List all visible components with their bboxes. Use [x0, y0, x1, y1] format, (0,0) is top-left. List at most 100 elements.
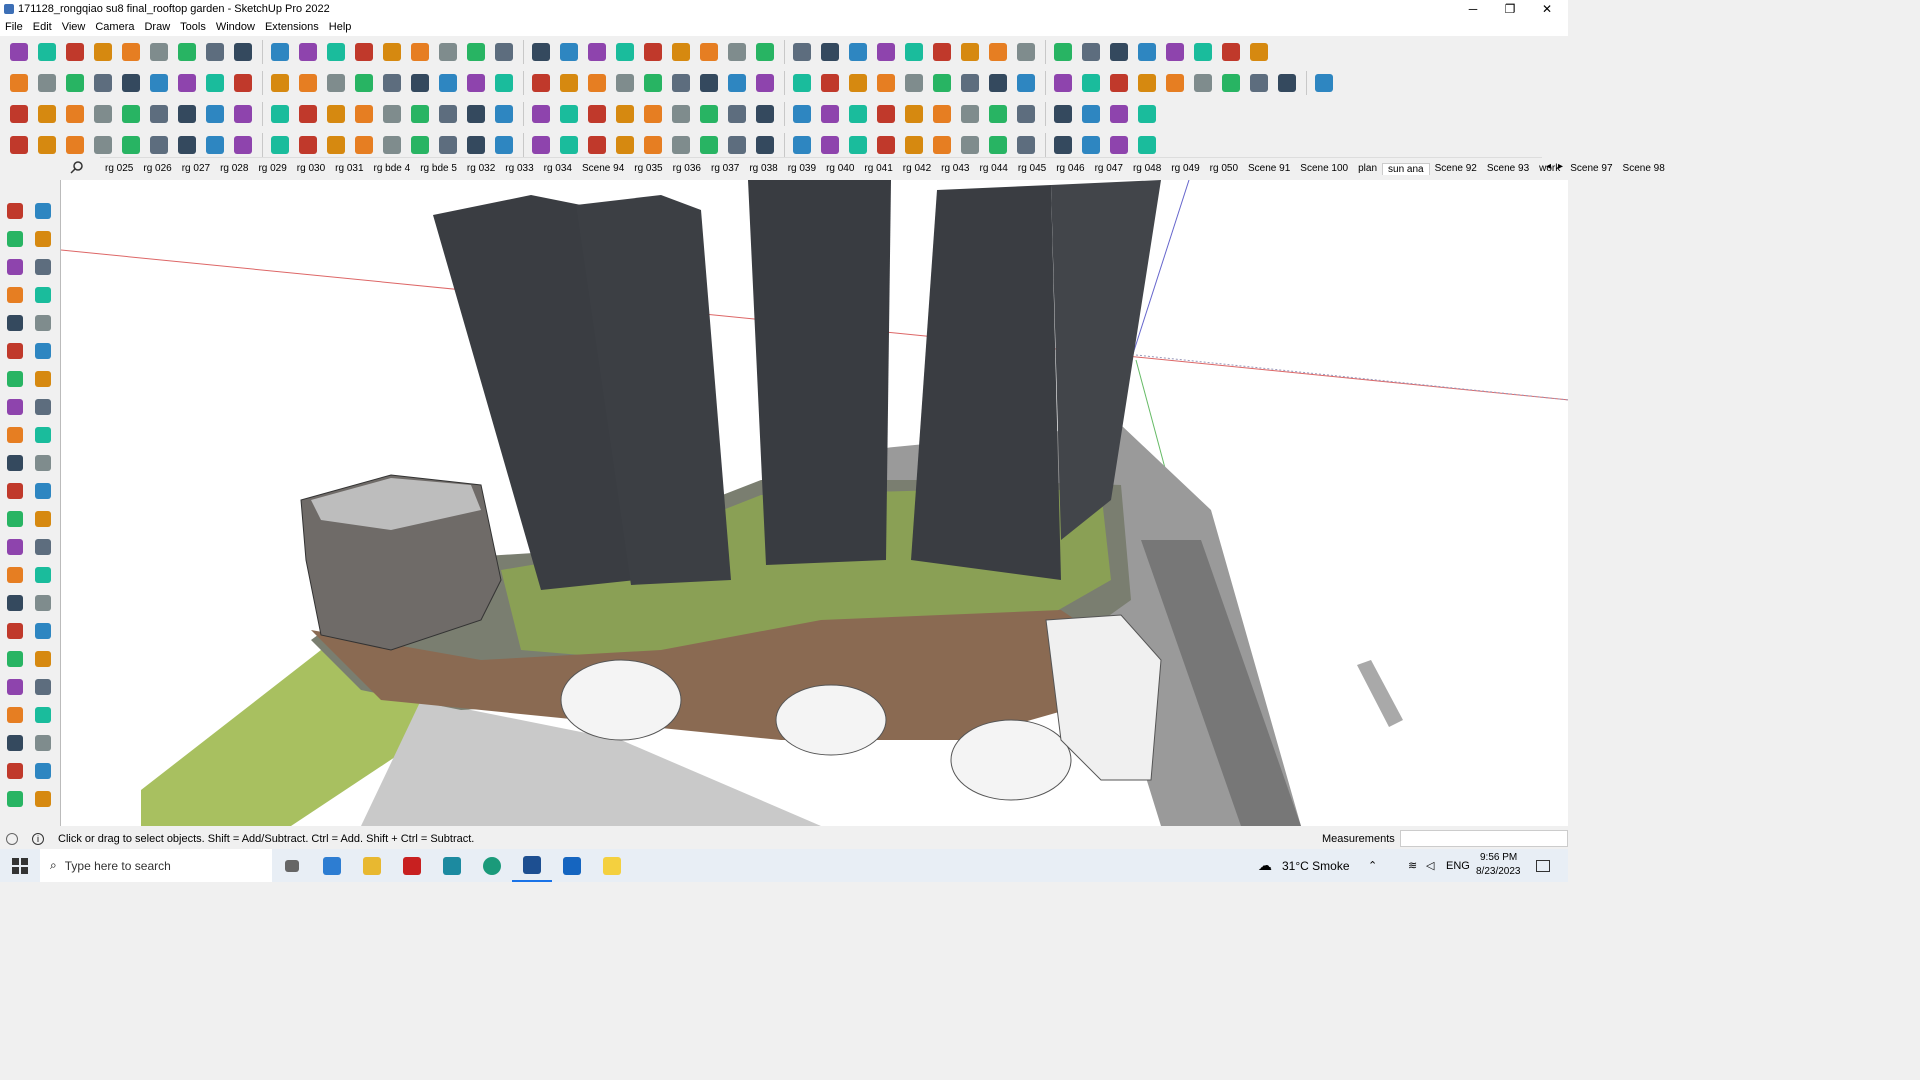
- row1-tool-icon-42[interactable]: [1190, 39, 1216, 65]
- row4-tool-icon-28[interactable]: [789, 132, 815, 158]
- menu-camera[interactable]: Camera: [90, 21, 139, 33]
- left-tool-icon[interactable]: [32, 564, 54, 586]
- row4-tool-icon-26[interactable]: [724, 132, 750, 158]
- scene-tab[interactable]: rg 049: [1166, 163, 1204, 174]
- row3-tool-icon-30[interactable]: [845, 101, 871, 127]
- row4-tool-icon-20[interactable]: [556, 132, 582, 158]
- scene-tab[interactable]: rg 046: [1051, 163, 1089, 174]
- row1-tool-icon-7[interactable]: [174, 39, 200, 65]
- menu-help[interactable]: Help: [324, 21, 357, 33]
- row4-tool-icon-40[interactable]: [1134, 132, 1160, 158]
- row1-tool-icon-44[interactable]: [1246, 39, 1272, 65]
- left-tool-icon[interactable]: [4, 760, 26, 782]
- scene-tab[interactable]: rg 040: [821, 163, 859, 174]
- scene-tab[interactable]: rg 038: [744, 163, 782, 174]
- row4-tool-icon-8[interactable]: [202, 132, 228, 158]
- left-tool-icon[interactable]: [32, 676, 54, 698]
- menu-view[interactable]: View: [57, 21, 91, 33]
- calculator-icon[interactable]: [312, 849, 352, 882]
- left-tool-icon[interactable]: [4, 424, 26, 446]
- left-tool-icon[interactable]: [32, 424, 54, 446]
- row1-tool-icon-20[interactable]: [556, 39, 582, 65]
- row3-tool-icon-22[interactable]: [612, 101, 638, 127]
- left-tool-icon[interactable]: [32, 592, 54, 614]
- row2-tool-icon-25[interactable]: [696, 70, 722, 96]
- taskbar-search[interactable]: ⌕ Type here to search: [40, 849, 272, 882]
- photos-icon[interactable]: [552, 849, 592, 882]
- scene-tab[interactable]: rg 044: [975, 163, 1013, 174]
- left-tool-icon[interactable]: [32, 312, 54, 334]
- row3-tool-icon-35[interactable]: [985, 101, 1011, 127]
- tray-network-icon[interactable]: ≋: [1408, 859, 1417, 872]
- row2-tool-icon-2[interactable]: [34, 70, 60, 96]
- row2-tool-icon-26[interactable]: [724, 70, 750, 96]
- measurements-box[interactable]: [1400, 830, 1568, 847]
- row2-tool-icon-6[interactable]: [146, 70, 172, 96]
- left-tool-icon[interactable]: [32, 760, 54, 782]
- row1-tool-icon-25[interactable]: [696, 39, 722, 65]
- weather-icon[interactable]: ☁: [1258, 857, 1272, 874]
- left-tool-icon[interactable]: [32, 648, 54, 670]
- row2-tool-icon-7[interactable]: [174, 70, 200, 96]
- sketchup-taskbar-icon[interactable]: [512, 849, 552, 882]
- left-tool-icon[interactable]: [32, 620, 54, 642]
- tray-chevron-icon[interactable]: ⌃: [1368, 859, 1377, 872]
- row4-tool-icon-5[interactable]: [118, 132, 144, 158]
- row4-tool-icon-23[interactable]: [640, 132, 666, 158]
- scene-tab[interactable]: rg 048: [1128, 163, 1166, 174]
- row4-tool-icon-25[interactable]: [696, 132, 722, 158]
- row4-tool-icon-34[interactable]: [957, 132, 983, 158]
- row2-tool-icon-19[interactable]: [528, 70, 554, 96]
- scene-tab[interactable]: rg 042: [898, 163, 936, 174]
- left-tool-icon[interactable]: [4, 508, 26, 530]
- left-tool-icon[interactable]: [4, 368, 26, 390]
- menu-file[interactable]: File: [0, 21, 28, 33]
- row3-tool-icon-8[interactable]: [202, 101, 228, 127]
- row2-tool-icon-27[interactable]: [752, 70, 778, 96]
- scene-tab[interactable]: rg 039: [783, 163, 821, 174]
- scene-tab[interactable]: rg 032: [462, 163, 500, 174]
- left-tool-icon[interactable]: [32, 368, 54, 390]
- row2-tool-icon-39[interactable]: [1106, 70, 1132, 96]
- row2-tool-icon-4[interactable]: [90, 70, 116, 96]
- row3-tool-icon-39[interactable]: [1106, 101, 1132, 127]
- row1-tool-icon-22[interactable]: [612, 39, 638, 65]
- row4-tool-icon-11[interactable]: [295, 132, 321, 158]
- sticky-notes-icon[interactable]: [592, 849, 632, 882]
- scene-tab[interactable]: Scene 92: [1430, 163, 1482, 174]
- scene-tab[interactable]: rg 027: [177, 163, 215, 174]
- row2-tool-icon-29[interactable]: [817, 70, 843, 96]
- row4-tool-icon-17[interactable]: [463, 132, 489, 158]
- row3-tool-icon-13[interactable]: [351, 101, 377, 127]
- row4-tool-icon-15[interactable]: [407, 132, 433, 158]
- left-tool-icon[interactable]: [32, 480, 54, 502]
- acrobat-icon[interactable]: [392, 849, 432, 882]
- left-tool-icon[interactable]: [32, 200, 54, 222]
- row2-tool-icon-41[interactable]: [1162, 70, 1188, 96]
- scene-tab[interactable]: rg 025: [100, 163, 138, 174]
- scene-tab[interactable]: Scene 93: [1482, 163, 1534, 174]
- row2-tool-icon-43[interactable]: [1218, 70, 1244, 96]
- row1-tool-icon-2[interactable]: [34, 39, 60, 65]
- clock-date[interactable]: 8/23/2023: [1476, 866, 1521, 877]
- row2-tool-icon-44[interactable]: [1246, 70, 1272, 96]
- row2-tool-icon-21[interactable]: [584, 70, 610, 96]
- scene-tabs-next[interactable]: ▸: [1558, 161, 1563, 172]
- row2-tool-icon-35[interactable]: [985, 70, 1011, 96]
- edge-icon[interactable]: [472, 849, 512, 882]
- row2-tool-icon-34[interactable]: [957, 70, 983, 96]
- row4-tool-icon-12[interactable]: [323, 132, 349, 158]
- row1-tool-icon-23[interactable]: [640, 39, 666, 65]
- row3-tool-icon-21[interactable]: [584, 101, 610, 127]
- row2-tool-icon-1[interactable]: [6, 70, 32, 96]
- row1-tool-icon-4[interactable]: [90, 39, 116, 65]
- row1-tool-icon-30[interactable]: [845, 39, 871, 65]
- row1-tool-icon-40[interactable]: [1134, 39, 1160, 65]
- left-tool-icon[interactable]: [32, 704, 54, 726]
- row1-tool-icon-43[interactable]: [1218, 39, 1244, 65]
- row2-tool-icon-13[interactable]: [351, 70, 377, 96]
- scene-tab[interactable]: rg 035: [629, 163, 667, 174]
- row2-tool-icon-11[interactable]: [295, 70, 321, 96]
- row3-tool-icon-19[interactable]: [528, 101, 554, 127]
- row1-tool-icon-9[interactable]: [230, 39, 256, 65]
